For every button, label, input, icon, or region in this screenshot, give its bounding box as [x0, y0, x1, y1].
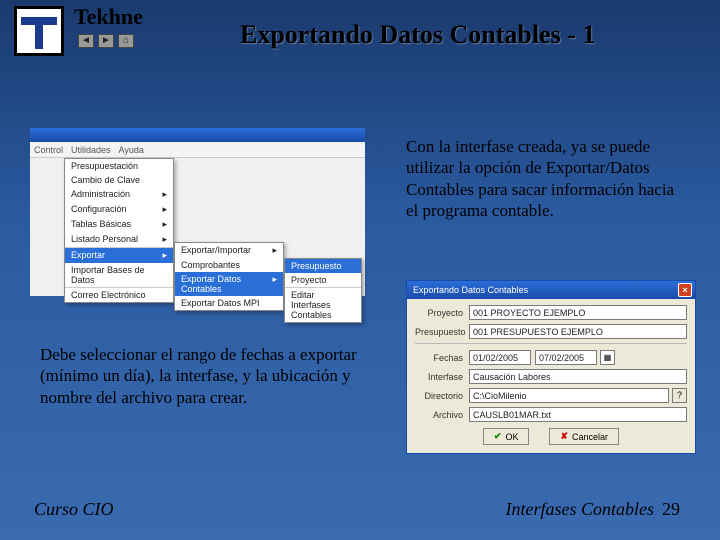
nav-icons: ◄ ► ⌂ [78, 34, 134, 48]
label-proyecto: Proyecto [415, 308, 469, 318]
field-interfase[interactable]: Causación Labores [469, 369, 687, 384]
menu-utilidades[interactable]: Utilidades [71, 145, 111, 155]
menu-control[interactable]: Control [34, 145, 63, 155]
smi-mpi[interactable]: Exportar Datos MPI [175, 296, 283, 310]
label-directorio: Directorio [415, 391, 469, 401]
label-presupuesto: Presupuesto [415, 327, 469, 337]
mi-presup[interactable]: Presupuestación [65, 159, 173, 173]
browse-icon[interactable]: ? [672, 388, 687, 403]
label-interfase: Interfase [415, 372, 469, 382]
paragraph-2: Debe seleccionar el rango de fechas a ex… [40, 344, 360, 408]
page-title: Exportando Datos Contables - 1 [240, 20, 595, 50]
datos-submenu: Presupuesto Proyecto Editar Interfases C… [284, 258, 362, 323]
field-directorio[interactable]: C:\CioMilenio [469, 388, 669, 403]
smi-expimp[interactable]: Exportar/Importar▸ [175, 243, 283, 258]
nav-prev-icon[interactable]: ◄ [78, 34, 94, 48]
field-fecha1[interactable]: 01/02/2005 [469, 350, 531, 365]
ok-button[interactable]: ✔OK [483, 428, 530, 445]
menu-ayuda[interactable]: Ayuda [119, 145, 144, 155]
utilidades-dropdown: Presupuestación Cambio de Clave Administ… [64, 158, 174, 303]
paragraph-1: Con la interfase creada, ya se puede uti… [406, 136, 686, 221]
field-fecha2[interactable]: 07/02/2005 [535, 350, 597, 365]
brand-name: Tekhne [74, 4, 143, 30]
mi-listado[interactable]: Listado Personal▸ [65, 232, 173, 247]
check-icon: ✔ [494, 431, 502, 442]
field-proyecto[interactable]: 001 PROYECTO EJEMPLO [469, 305, 687, 320]
label-fechas: Fechas [415, 353, 469, 363]
smi-datoscont[interactable]: Exportar Datos Contables▸ [175, 272, 283, 296]
nav-home-icon[interactable]: ⌂ [118, 34, 134, 48]
mi-config[interactable]: Configuración▸ [65, 202, 173, 217]
dialog-titlebar: Exportando Datos Contables × [407, 281, 695, 299]
page-number: 29 [662, 499, 680, 519]
smi2-presup[interactable]: Presupuesto [285, 259, 361, 273]
mi-correo[interactable]: Correo Electrónico [65, 287, 173, 302]
mi-tablas[interactable]: Tablas Básicas▸ [65, 217, 173, 232]
close-icon[interactable]: × [678, 283, 692, 297]
smi-comprob[interactable]: Comprobantes [175, 258, 283, 272]
x-icon: ✘ [560, 431, 568, 442]
label-archivo: Archivo [415, 410, 469, 420]
field-presupuesto[interactable]: 001 PRESUPUESTO EJEMPLO [469, 324, 687, 339]
app-menubar: Control Utilidades Ayuda [30, 142, 365, 158]
mi-clave[interactable]: Cambio de Clave [65, 173, 173, 187]
smi2-editar[interactable]: Editar Interfases Contables [285, 287, 361, 322]
exportar-submenu: Exportar/Importar▸ Comprobantes Exportar… [174, 242, 284, 311]
nav-next-icon[interactable]: ► [98, 34, 114, 48]
footer-right: Interfases Contables29 [506, 499, 681, 520]
app-titlebar [30, 128, 365, 142]
dialog-title: Exportando Datos Contables [413, 285, 528, 295]
mi-importar[interactable]: Importar Bases de Datos [65, 263, 173, 287]
mi-admin[interactable]: Administración▸ [65, 187, 173, 202]
export-dialog: Exportando Datos Contables × Proyecto 00… [406, 280, 696, 454]
logo [14, 6, 64, 56]
menu-screenshot: Control Utilidades Ayuda Presupuestación… [30, 128, 365, 296]
field-archivo[interactable]: CAUSLB01MAR.txt [469, 407, 687, 422]
smi2-proy[interactable]: Proyecto [285, 273, 361, 287]
footer-left: Curso CIO [34, 499, 114, 520]
calendar-icon[interactable]: ▦ [600, 350, 615, 365]
mi-exportar[interactable]: Exportar▸ [65, 247, 173, 263]
cancel-button[interactable]: ✘Cancelar [549, 428, 619, 445]
